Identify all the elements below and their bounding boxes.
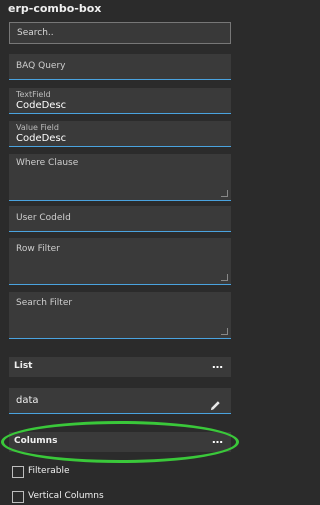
data-field-value: data bbox=[16, 395, 39, 406]
search-placeholder: Search.. bbox=[17, 28, 54, 38]
list-section-label: List bbox=[14, 361, 33, 371]
checkbox-icon[interactable] bbox=[12, 491, 24, 503]
baq-query-field[interactable]: BAQ Query bbox=[9, 54, 231, 80]
where-clause-label: Where Clause bbox=[16, 158, 79, 168]
value-field-value: CodeDesc bbox=[16, 133, 67, 144]
value-field-label: Value Field bbox=[16, 123, 59, 132]
panel-title: erp-combo-box bbox=[8, 2, 102, 15]
list-section-header[interactable]: List … bbox=[9, 357, 231, 377]
columns-section-header[interactable]: Columns … bbox=[9, 432, 231, 452]
filterable-label: Filterable bbox=[28, 466, 70, 476]
baq-query-label: BAQ Query bbox=[16, 61, 66, 71]
value-field-input[interactable]: Value Field CodeDesc bbox=[9, 121, 231, 147]
where-clause-textarea[interactable]: Where Clause bbox=[9, 154, 231, 201]
row-filter-label: Row Filter bbox=[16, 244, 60, 254]
user-codeid-label: User CodeId bbox=[16, 213, 71, 223]
search-input[interactable]: Search.. bbox=[9, 22, 231, 44]
checkbox-icon[interactable] bbox=[12, 466, 24, 478]
search-filter-label: Search Filter bbox=[16, 298, 73, 308]
more-options-icon[interactable]: … bbox=[212, 358, 223, 371]
text-field-value: CodeDesc bbox=[16, 100, 67, 111]
resize-handle-icon[interactable] bbox=[221, 328, 228, 335]
edit-pencil-icon[interactable] bbox=[210, 396, 221, 415]
data-field-input[interactable]: data bbox=[9, 388, 231, 414]
resize-handle-icon[interactable] bbox=[221, 190, 228, 197]
text-field-label: TextField bbox=[16, 90, 51, 99]
text-field-input[interactable]: TextField CodeDesc bbox=[9, 88, 231, 114]
columns-section-label: Columns bbox=[14, 436, 58, 446]
resize-handle-icon[interactable] bbox=[221, 274, 228, 281]
more-options-icon[interactable]: … bbox=[212, 433, 223, 446]
search-filter-textarea[interactable]: Search Filter bbox=[9, 292, 231, 339]
user-codeid-field[interactable]: User CodeId bbox=[9, 206, 231, 232]
row-filter-textarea[interactable]: Row Filter bbox=[9, 238, 231, 285]
